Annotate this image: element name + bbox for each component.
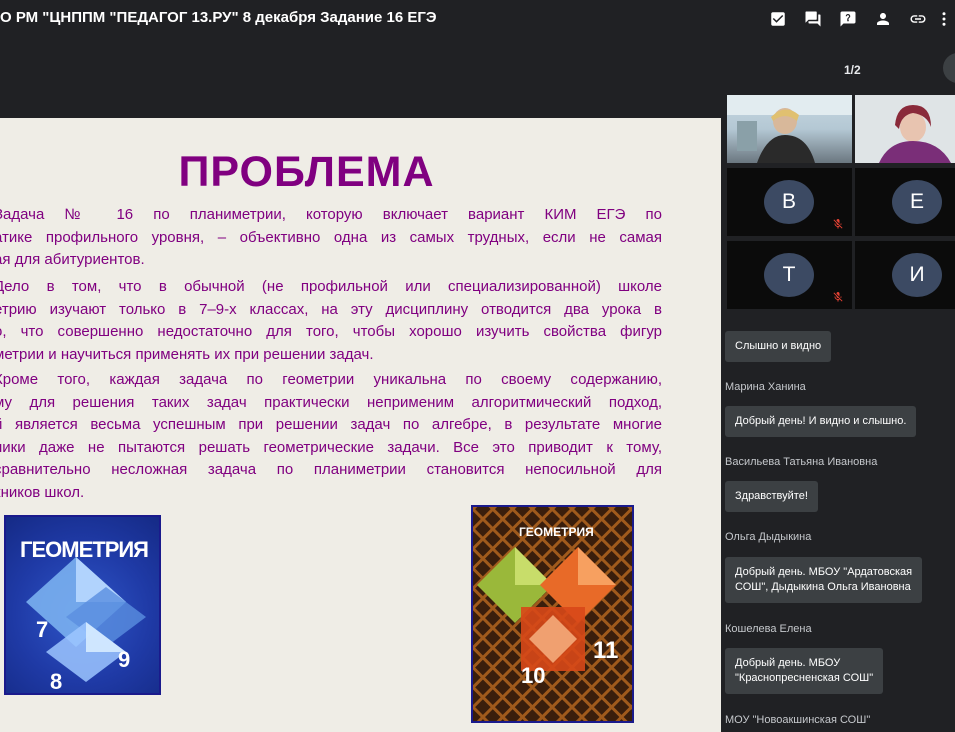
text-line: й является весьма успешным при решении з… [0,416,662,433]
text-line: ая для абитуриентов. [0,251,145,268]
link-icon[interactable] [900,0,935,38]
book2-graphic [473,507,632,721]
geometry-10-11-textbook-cover: ГЕОМЕТРИЯ 10 11 [471,505,634,723]
text-line: кников школ. [0,483,85,501]
text-line: етрию изучают только в 7–9-х классах, на… [0,300,662,318]
chat-message: Добрый день. МБОУ "Краснопресненская СОШ… [725,648,884,694]
chat-sender: Кошелева Елена [725,623,812,635]
text-line: Кроме того, каждая задача по геометрии у… [0,371,662,388]
text-line: Задача № 16 по планиметрии, которую вклю… [0,206,662,223]
text-line: ники даже не пытаются решать геометричес… [0,438,662,456]
chat-message: Слышно и видно [725,331,832,362]
person-icon[interactable] [865,0,900,38]
slide-paragraph-2: Дело в том, что в обычной (не профильной… [0,276,662,366]
participant-avatar: Т [764,253,814,297]
participant-avatar: Е [892,180,942,224]
book1-title: ГЕОМЕТРИЯ [20,537,149,562]
chat-message: Добрый день! И видно и слышно. [725,406,917,437]
text-line: Дело в том, что в обычной (не профильной… [0,278,662,295]
participant-tile[interactable]: В [727,168,852,236]
more-icon[interactable] [935,0,955,38]
side-panel-button[interactable] [943,53,955,83]
text-line: сравнительно несложная задача по планиме… [0,461,662,478]
meet-window: О РМ "ЦНППМ "ПЕДАГОГ 13.РУ" 8 декабря За… [0,0,955,732]
top-toolbar [760,0,955,38]
text-line: о, что совершенно недостаточно для того,… [0,323,662,340]
page-counter: 1/2 [844,63,861,77]
mic-off-icon [832,290,844,302]
slide-paragraph-1: Задача № 16 по планиметрии, которую вклю… [0,204,662,272]
help-icon[interactable] [830,0,865,38]
chat-sender: Васильева Татьяна Ивановна [725,456,878,468]
participant-video [855,95,955,163]
chat-sender: МОУ "Новоакшинская СОШ" [725,714,871,726]
participant-video-tile[interactable] [855,95,955,163]
top-bar: О РМ "ЦНППМ "ПЕДАГОГ 13.РУ" 8 декабря За… [0,0,955,38]
participant-video-tile[interactable] [727,95,852,163]
book1-number: 8 [50,669,63,694]
participant-tile[interactable]: Е [855,168,955,236]
text-line: атике профильного уровня, – объективно о… [0,228,662,246]
chat-message: Добрый день. МБОУ "Ардатовская СОШ", Дыд… [725,557,923,603]
book1-number: 9 [118,647,131,672]
text-line: метрии и научиться применять их при реше… [0,345,374,363]
chat-message-line: СОШ", Дыдыкина Ольга Ивановна [735,581,911,593]
chat-icon[interactable] [795,0,830,38]
participant-tile[interactable]: И [855,241,955,309]
task-check-icon[interactable] [760,0,795,38]
book2-title: ГЕОМЕТРИЯ [519,525,594,539]
chat-sender: Ольга Дыдыкина [725,531,812,543]
chat-message-line: Добрый день. МБОУ [735,657,841,669]
mic-off-icon [832,217,844,229]
slide-title: ПРОБЛЕМА [178,148,435,196]
chat-message-line: Добрый день. МБОУ "Ардатовская [735,566,913,578]
participant-avatar: И [892,253,942,297]
text-line: му для решения таких задач практически н… [0,393,662,411]
book2-number: 11 [593,637,619,664]
book1-number: 7 [36,617,49,642]
participant-tile[interactable]: Т [727,241,852,309]
chat-message: Здравствуйте! [725,481,818,512]
participant-avatar: В [764,180,814,224]
slide-paragraph-3: Кроме того, каждая задача по геометрии у… [0,369,662,504]
geometry-7-9-textbook-cover: ГЕОМЕТРИЯ 7 8 9 [4,515,161,695]
chat-sender: Марина Ханина [725,381,806,393]
participant-video [727,95,852,163]
meeting-title: О РМ "ЦНППМ "ПЕДАГОГ 13.РУ" 8 декабря За… [0,9,437,26]
chat-message-line: "Краснопресненская СОШ" [735,672,874,684]
book2-number: 10 [521,663,546,688]
presentation-slide: ПРОБЛЕМА Задача № 16 по планиметрии, кот… [0,118,721,732]
